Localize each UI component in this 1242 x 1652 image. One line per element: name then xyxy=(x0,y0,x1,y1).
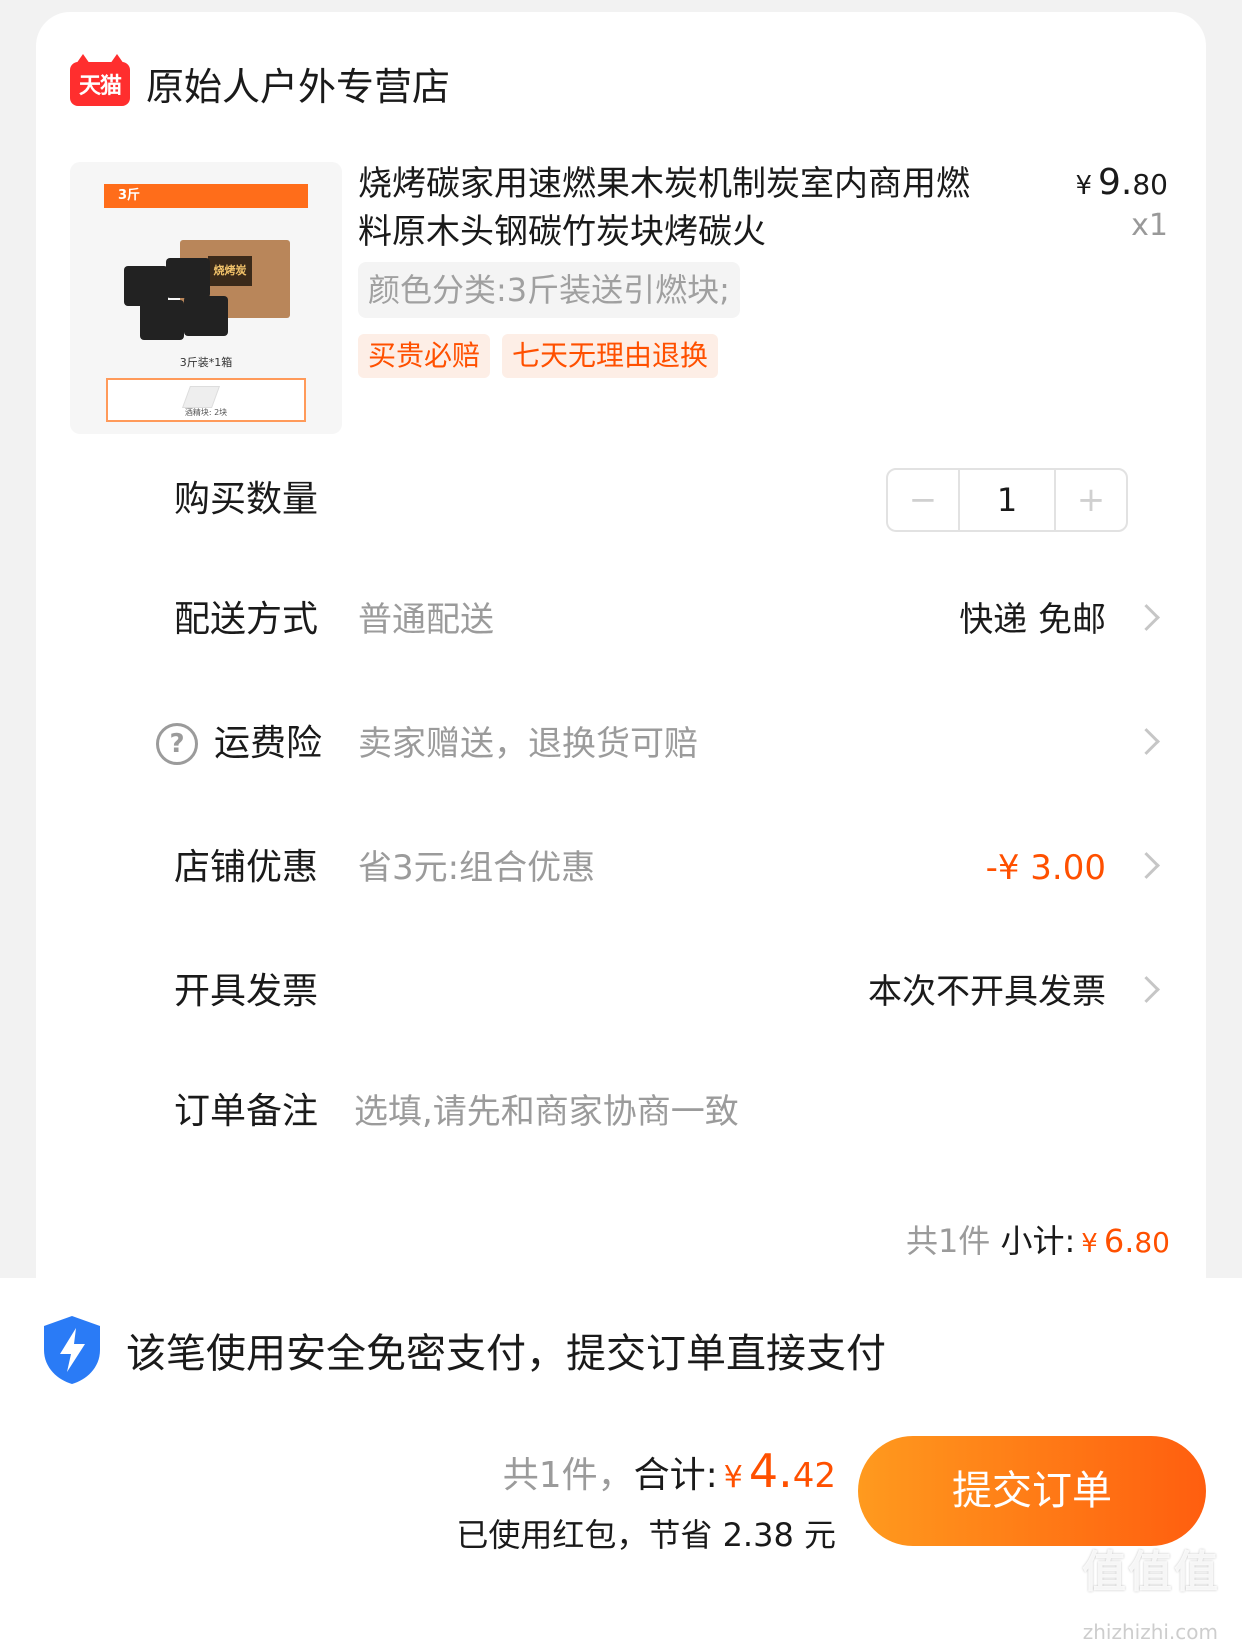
shop-discount-row[interactable]: 店铺优惠 省3元:组合优惠 -¥ 3.00 xyxy=(36,838,1206,898)
product-price: ¥9.80 xyxy=(1075,162,1168,203)
submit-order-button[interactable]: 提交订单 xyxy=(858,1436,1206,1546)
invoice-row[interactable]: 开具发票 本次不开具发票 xyxy=(36,962,1206,1022)
ignition-block-panel: 酒精块: 2块 xyxy=(106,378,306,422)
subtotal-currency: ¥ xyxy=(1081,1229,1098,1259)
price-int: 9. xyxy=(1098,162,1133,203)
invoice-label: 开具发票 xyxy=(174,971,319,1012)
invoice-value: 本次不开具发票 xyxy=(868,972,1106,1012)
thumbnail-caption: 3斤装*1箱 xyxy=(179,356,233,369)
chevron-right-icon[interactable] xyxy=(1133,976,1160,1003)
tag-7day-return: 七天无理由退换 xyxy=(502,334,719,378)
note-label: 订单备注 xyxy=(174,1091,319,1132)
total-dec: 42 xyxy=(792,1456,836,1496)
delivery-fee: 快递 免邮 xyxy=(959,600,1106,640)
discount-label: 店铺优惠 xyxy=(174,847,319,888)
delivery-method: 普通配送 xyxy=(358,600,494,640)
ignition-cube-image xyxy=(181,386,221,408)
note-input[interactable]: 选填,请先和商家协商一致 xyxy=(354,1082,739,1142)
charcoal-block-image xyxy=(166,258,210,298)
decrease-button[interactable]: − xyxy=(888,470,958,530)
tmall-logo: 天猫 xyxy=(70,53,130,106)
chevron-right-icon[interactable] xyxy=(1133,852,1160,879)
discount-amount: -¥ 3.00 xyxy=(985,848,1106,888)
subtotal-dec: 80 xyxy=(1134,1226,1170,1259)
quantity-label: 购买数量 xyxy=(174,479,319,520)
chevron-right-icon[interactable] xyxy=(1133,604,1160,631)
quantity-stepper[interactable]: − 1 + xyxy=(886,468,1128,532)
total-currency: ¥ xyxy=(723,1460,743,1495)
subtotal: 共1件 小计: ¥6.80 xyxy=(906,1216,1170,1262)
order-total: 共1件，合计: ¥4.42 xyxy=(503,1444,836,1498)
total-label: 合计: xyxy=(633,1455,718,1496)
price-dec: 80 xyxy=(1132,168,1168,201)
box-label: 烧烤炭 xyxy=(208,256,252,286)
total-int: 4. xyxy=(748,1444,793,1498)
secure-payment-notice: 该笔使用安全免密支付，提交订单直接支付 xyxy=(40,1314,886,1386)
secure-payment-text: 该笔使用安全免密支付，提交订单直接支付 xyxy=(126,1331,886,1377)
chevron-right-icon[interactable] xyxy=(1133,728,1160,755)
product-tags: 买贵必赔 七天无理由退换 xyxy=(358,334,719,378)
watermark: 值值值 xyxy=(1082,1547,1220,1598)
insurance-label: 运费险 xyxy=(214,723,323,764)
help-icon[interactable]: ? xyxy=(156,723,198,765)
tag-price-guarantee: 买贵必赔 xyxy=(358,334,491,378)
product-variant: 颜色分类:3斤装送引燃块; xyxy=(358,262,740,318)
price-currency: ¥ xyxy=(1075,171,1092,201)
order-note-row[interactable]: 订单备注 选填,请先和商家协商一致 xyxy=(36,1082,1206,1142)
subtotal-amount: ¥6.80 xyxy=(1075,1222,1170,1260)
subtotal-count: 共1件 xyxy=(905,1222,991,1260)
insurance-value: 卖家赠送，退换货可赔 xyxy=(358,724,698,764)
shop-name[interactable]: 原始人户外专营店 xyxy=(146,56,450,111)
red-packet-savings: 已使用红包，节省 2.38 元 xyxy=(456,1516,836,1554)
order-card: 天猫 原始人户外专营店 3斤 烧烤炭 3斤装*1箱 酒精块: 2块 烧烤碳家用速… xyxy=(36,12,1206,1392)
shipping-insurance-row[interactable]: ? 运费险 卖家赠送，退换货可赔 xyxy=(36,714,1206,774)
ignition-label: 酒精块: 2块 xyxy=(184,408,228,417)
increase-button[interactable]: + xyxy=(1056,470,1126,530)
watermark-url: zhizhizhi.com xyxy=(1082,1620,1218,1644)
charcoal-block-image xyxy=(184,296,228,336)
discount-description: 省3元:组合优惠 xyxy=(358,848,596,888)
thumbnail-banner: 3斤 xyxy=(104,184,308,208)
shop-header[interactable]: 天猫 原始人户外专营店 xyxy=(70,53,450,111)
subtotal-label: 小计: xyxy=(1000,1222,1076,1260)
total-count: 共1件， xyxy=(502,1455,634,1496)
delivery-label: 配送方式 xyxy=(174,599,319,640)
product-quantity: x1 xyxy=(1131,208,1168,243)
checkout-bar: 该笔使用安全免密支付，提交订单直接支付 共1件，合计: ¥4.42 已使用红包，节… xyxy=(0,1278,1242,1652)
subtotal-int: 6. xyxy=(1103,1222,1135,1260)
charcoal-block-image xyxy=(140,300,184,340)
delivery-row[interactable]: 配送方式 普通配送 快递 免邮 xyxy=(36,590,1206,650)
product-title[interactable]: 烧烤碳家用速燃果木炭机制炭室内商用燃料原木头钢碳竹炭块烤碳火 xyxy=(358,160,978,256)
total-amount: ¥4.42 xyxy=(718,1444,836,1498)
product-thumbnail[interactable]: 3斤 烧烤炭 3斤装*1箱 酒精块: 2块 xyxy=(70,162,342,434)
shield-lightning-icon xyxy=(44,1316,100,1384)
quantity-input[interactable]: 1 xyxy=(958,470,1056,530)
